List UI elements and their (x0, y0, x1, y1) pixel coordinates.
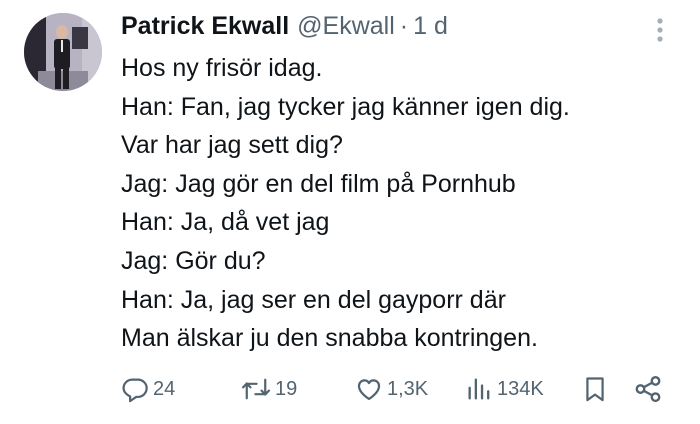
more-options-button[interactable] (650, 16, 670, 46)
views-count: 134K (497, 377, 544, 400)
timestamp[interactable]: 1 d (413, 12, 448, 41)
reply-button[interactable]: 24 (121, 372, 175, 406)
share-button[interactable] (633, 372, 663, 406)
like-count: 1,3K (387, 377, 429, 400)
reply-count: 24 (153, 377, 176, 400)
tweet-line: Var har jag sett dig? (121, 131, 343, 160)
separator-dot: · (399, 11, 409, 40)
like-button[interactable]: 1,3K (355, 372, 428, 406)
avatar-image (24, 13, 102, 91)
reply-icon (122, 378, 148, 403)
bookmark-icon (586, 377, 604, 402)
retweet-button[interactable]: 19 (241, 372, 297, 406)
tweet[interactable]: Patrick Ekwall @Ekwall · 1 d Hos ny fris… (0, 0, 700, 424)
tweet-line: Jag: Gör du? (121, 246, 266, 275)
views-chart-icon (468, 378, 490, 400)
tweet-line: Han: Ja, då vet jag (121, 208, 330, 237)
share-icon (635, 375, 661, 403)
avatar[interactable] (24, 13, 102, 91)
views-button[interactable]: 134K (465, 372, 544, 406)
retweet-count: 19 (275, 377, 298, 400)
tweet-line: Jag: Jag gör en del film på Pornhub (121, 169, 516, 198)
tweet-line: Han: Fan, jag tycker jag känner igen dig… (121, 92, 570, 121)
more-vertical-icon (657, 18, 663, 42)
tweet-line: Man älskar ju den snabba kontringen. (121, 324, 538, 353)
bookmark-button[interactable] (582, 372, 608, 406)
heart-icon (357, 379, 381, 401)
author-name[interactable]: Patrick Ekwall (121, 12, 289, 41)
author-handle[interactable]: @Ekwall (297, 12, 395, 41)
retweet-icon (241, 378, 271, 400)
tweet-text: Hos ny frisör idag. Han: Fan, jag tycker… (121, 49, 681, 358)
tweet-line: Hos ny frisör idag. (121, 54, 323, 82)
action-bar: 24 19 1,3K 134K (0, 372, 700, 406)
tweet-header: Patrick Ekwall @Ekwall · 1 d (121, 9, 448, 43)
tweet-line: Han: Ja, jag ser en del gayporr där (121, 285, 506, 314)
